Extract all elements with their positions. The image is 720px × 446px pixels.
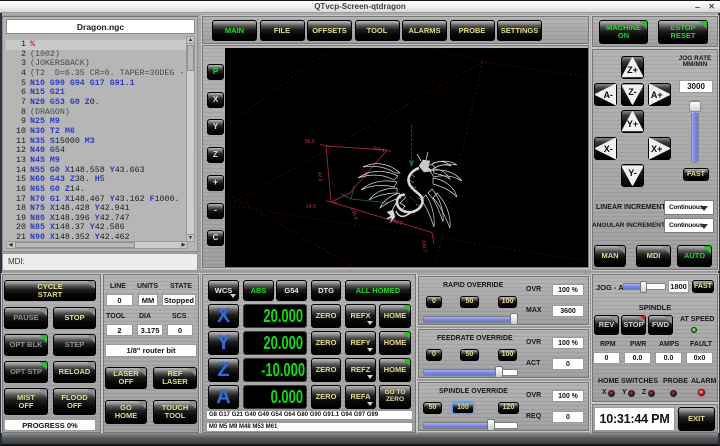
svg-text:100.4: 100.4 [371, 145, 385, 154]
svg-text:55.6: 55.6 [305, 139, 315, 145]
svg-text:200.7: 200.7 [420, 240, 428, 253]
svg-text:82.9: 82.9 [392, 218, 403, 227]
svg-text:Z+: Z+ [627, 65, 638, 75]
svg-text:14.0: 14.0 [306, 204, 316, 210]
svg-text:X+: X+ [651, 144, 662, 154]
svg-text:A+: A+ [651, 90, 663, 100]
svg-text:Z-: Z- [628, 87, 637, 97]
svg-text:X-: X- [604, 144, 613, 154]
svg-text:Y+: Y+ [627, 119, 638, 129]
svg-text:Y-: Y- [628, 168, 637, 178]
svg-text:42.5: 42.5 [316, 172, 323, 183]
svg-text:A-: A- [603, 90, 613, 100]
svg-text:140.9: 140.9 [349, 207, 358, 221]
